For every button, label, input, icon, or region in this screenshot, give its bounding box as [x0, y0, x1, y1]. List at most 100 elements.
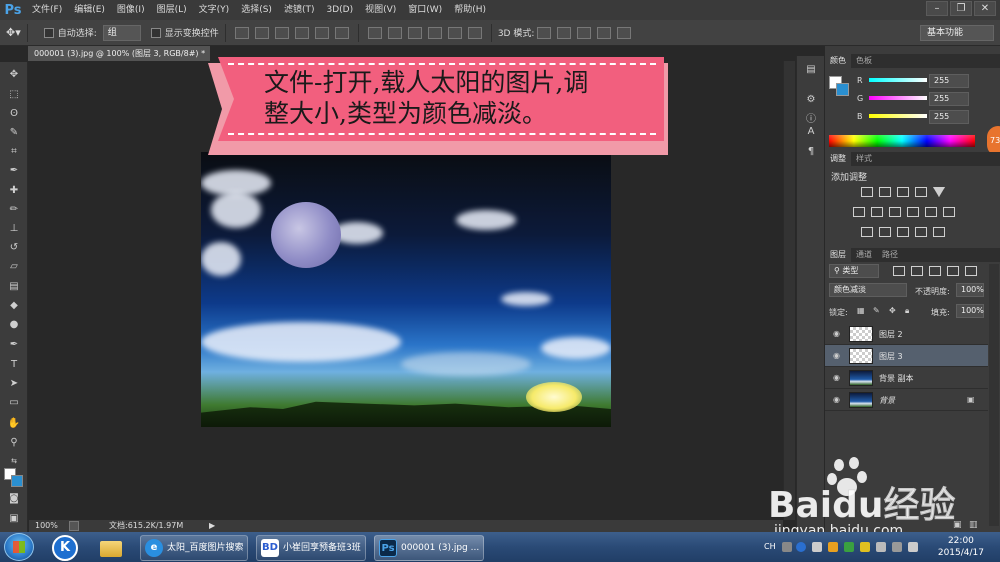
3d-roll-icon[interactable] — [557, 26, 572, 39]
menu-window[interactable]: 窗口(W) — [402, 0, 448, 20]
distribute-bottom-icon[interactable] — [407, 26, 422, 39]
distribute-right-icon[interactable] — [467, 26, 482, 39]
align-vcenter-icon[interactable] — [254, 26, 269, 39]
character-panel-icon[interactable]: A — [804, 126, 818, 138]
posterize-adjust-icon[interactable] — [879, 227, 891, 237]
swap-colors-icon[interactable]: ⇆ — [7, 454, 21, 468]
gradient-tool-icon[interactable]: ▤ — [7, 280, 21, 294]
language-indicator[interactable]: CH — [764, 542, 776, 551]
taskbar-explorer[interactable] — [98, 537, 124, 559]
layers-scrollbar[interactable] — [989, 264, 999, 526]
opacity-input[interactable]: 100% — [956, 283, 984, 297]
b-slider[interactable] — [869, 114, 927, 118]
workspace-dropdown[interactable]: 基本功能 — [920, 25, 994, 41]
help-icon[interactable] — [796, 542, 806, 552]
visibility-eye-icon[interactable]: ◉ — [833, 373, 840, 382]
restore-button[interactable]: ❐ — [950, 1, 972, 16]
taskbar-photoshop[interactable]: Ps 000001 (3).jpg ... — [374, 535, 484, 561]
properties-panel-icon[interactable]: ⚙ — [804, 94, 818, 106]
flag-icon[interactable] — [876, 542, 886, 552]
type-tool-icon[interactable]: T — [7, 358, 21, 372]
curves-adjust-icon[interactable] — [897, 187, 909, 197]
tab-adjustments[interactable]: 调整 — [825, 152, 851, 166]
lock-transparent-icon[interactable]: ▦ — [857, 306, 865, 315]
visibility-eye-icon[interactable]: ◉ — [833, 395, 840, 404]
tray-app-icon[interactable] — [812, 542, 822, 552]
filter-shape-icon[interactable] — [947, 266, 959, 276]
layer-row[interactable]: ◉ 图层 2 — [825, 323, 988, 345]
photo-filter-adjust-icon[interactable] — [907, 207, 919, 217]
gradient-map-adjust-icon[interactable] — [933, 227, 945, 237]
status-icon[interactable] — [69, 521, 79, 531]
eraser-tool-icon[interactable]: ▱ — [7, 260, 21, 274]
distribute-vcenter-icon[interactable] — [387, 26, 402, 39]
distribute-left-icon[interactable] — [427, 26, 442, 39]
distribute-hcenter-icon[interactable] — [447, 26, 462, 39]
menu-view[interactable]: 视图(V) — [359, 0, 402, 20]
marquee-tool-icon[interactable]: ⬚ — [7, 88, 21, 102]
document-image[interactable] — [201, 152, 611, 427]
filter-adjust-icon[interactable] — [911, 266, 923, 276]
brush-tool-icon[interactable]: ✏ — [7, 203, 21, 217]
security-icon[interactable] — [844, 542, 854, 552]
distribute-top-icon[interactable] — [367, 26, 382, 39]
hue-saturation-adjust-icon[interactable] — [853, 207, 865, 217]
delete-layer-icon[interactable]: ▥ — [969, 520, 978, 530]
clone-stamp-tool-icon[interactable]: ⊥ — [7, 222, 21, 236]
menu-file[interactable]: 文件(F) — [26, 0, 68, 20]
history-panel-icon[interactable]: ▤ — [804, 64, 818, 76]
blend-mode-dropdown[interactable]: 颜色减淡 — [829, 283, 907, 297]
auto-select-checkbox[interactable] — [43, 27, 54, 38]
clock[interactable]: 22:00 2015/4/17 — [938, 535, 984, 559]
screen-mode-icon[interactable]: ▣ — [7, 512, 21, 526]
taskbar-k-app[interactable]: K — [52, 535, 78, 561]
keyboard-icon[interactable] — [782, 542, 792, 552]
tab-swatches[interactable]: 色板 — [851, 54, 877, 68]
tab-channels[interactable]: 通道 — [851, 248, 877, 262]
align-bottom-icon[interactable] — [274, 26, 289, 39]
menu-image[interactable]: 图像(I) — [111, 0, 151, 20]
3d-scale-icon[interactable] — [617, 26, 632, 39]
brightness-adjust-icon[interactable] — [861, 187, 873, 197]
document-tab[interactable]: 000001 (3).jpg @ 100% (图层 3, RGB/8#) * × — [28, 46, 210, 73]
visibility-eye-icon[interactable]: ◉ — [833, 329, 840, 338]
quick-mask-icon[interactable]: ◙ — [7, 492, 21, 506]
path-select-tool-icon[interactable]: ➤ — [7, 377, 21, 391]
layer-row-selected[interactable]: ◉ 图层 3 — [825, 345, 988, 367]
rectangle-tool-icon[interactable]: ▭ — [7, 396, 21, 410]
exposure-adjust-icon[interactable] — [915, 187, 927, 197]
b-value[interactable]: 255 — [929, 110, 969, 124]
levels-adjust-icon[interactable] — [879, 187, 891, 197]
tab-layers[interactable]: 图层 — [825, 248, 851, 262]
lock-all-icon[interactable]: 🔒︎ — [905, 306, 909, 316]
channel-mixer-adjust-icon[interactable] — [925, 207, 937, 217]
color-lookup-adjust-icon[interactable] — [943, 207, 955, 217]
visibility-eye-icon[interactable]: ◉ — [833, 351, 840, 360]
r-slider[interactable] — [869, 78, 927, 82]
zoom-tool-icon[interactable]: ⚲ — [7, 436, 21, 450]
3d-rotate-icon[interactable] — [537, 26, 552, 39]
taskbar-browser[interactable]: e 太阳_百度图片搜索 — [140, 535, 248, 561]
layer-filter-dropdown[interactable]: ⚲ 类型 — [829, 264, 879, 278]
minimize-button[interactable]: – — [926, 1, 948, 16]
bg-color-swatch[interactable] — [836, 83, 849, 96]
g-value[interactable]: 255 — [929, 92, 969, 106]
align-hcenter-icon[interactable] — [314, 26, 329, 39]
menu-filter[interactable]: 滤镜(T) — [278, 0, 321, 20]
menu-select[interactable]: 选择(S) — [235, 0, 278, 20]
threshold-adjust-icon[interactable] — [897, 227, 909, 237]
layer-row[interactable]: ◉ 背景 副本 — [825, 367, 988, 389]
blur-tool-icon[interactable]: ◆ — [7, 299, 21, 313]
tab-color[interactable]: 颜色 — [825, 54, 851, 68]
quick-select-tool-icon[interactable]: ✎ — [7, 126, 21, 140]
volume-icon[interactable] — [908, 542, 918, 552]
move-tool-icon[interactable]: ✥▾ — [6, 26, 21, 39]
lasso-tool-icon[interactable]: ʘ — [7, 107, 21, 121]
align-left-icon[interactable] — [294, 26, 309, 39]
tab-paths[interactable]: 路径 — [877, 248, 903, 262]
fill-input[interactable]: 100% — [956, 304, 984, 318]
start-button[interactable] — [4, 533, 34, 561]
menu-help[interactable]: 帮助(H) — [448, 0, 492, 20]
eyedropper-tool-icon[interactable]: ✒ — [7, 164, 21, 178]
align-right-icon[interactable] — [334, 26, 349, 39]
